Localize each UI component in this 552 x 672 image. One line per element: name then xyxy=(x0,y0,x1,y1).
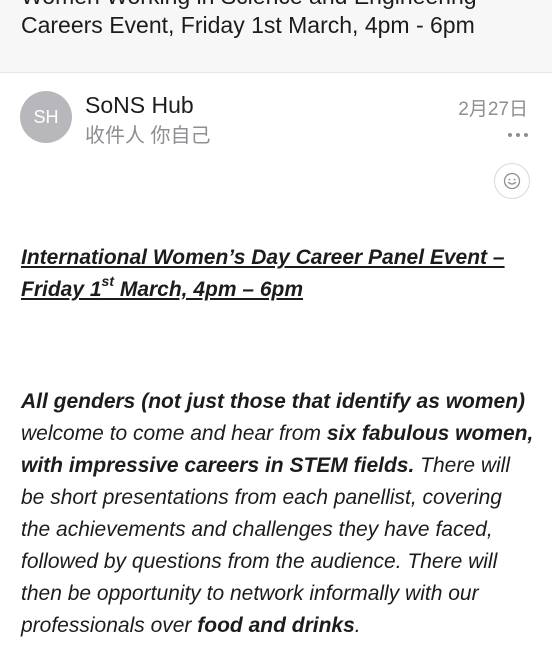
emoji-reaction-button[interactable] xyxy=(494,163,530,199)
sender-name[interactable]: SoNS Hub xyxy=(85,91,194,119)
subject-line-1: Women Working in Science and Engineering xyxy=(21,0,477,10)
event-description: All genders (not just those that identif… xyxy=(21,386,535,642)
para-text-1: welcome to come and hear from xyxy=(21,422,327,445)
recipient-line[interactable]: 收件人 你自己 xyxy=(85,123,211,149)
para-text-2: There will be short presentations from e… xyxy=(21,454,511,637)
email-date: 2月27日 xyxy=(458,99,528,120)
para-text-3: . xyxy=(354,614,361,637)
bold-food-drinks: food and drinks xyxy=(197,614,355,637)
more-dot xyxy=(508,133,512,137)
more-icon[interactable] xyxy=(508,128,528,142)
subject-line-2: Careers Event, Friday 1st March, 4pm - 6… xyxy=(21,12,475,38)
subject-header: Women Working in Science and Engineering… xyxy=(0,0,552,73)
emoji-reaction-icon xyxy=(503,172,521,190)
more-dot xyxy=(524,133,528,137)
avatar[interactable]: SH xyxy=(20,91,72,143)
heading-superscript: st xyxy=(101,273,114,289)
heading-text-2: March, 4pm – 6pm xyxy=(114,278,304,301)
bold-genders: All genders (not just those that identif… xyxy=(21,390,526,413)
more-dot xyxy=(516,133,520,137)
event-heading: International Women’s Day Career Panel E… xyxy=(21,242,535,306)
